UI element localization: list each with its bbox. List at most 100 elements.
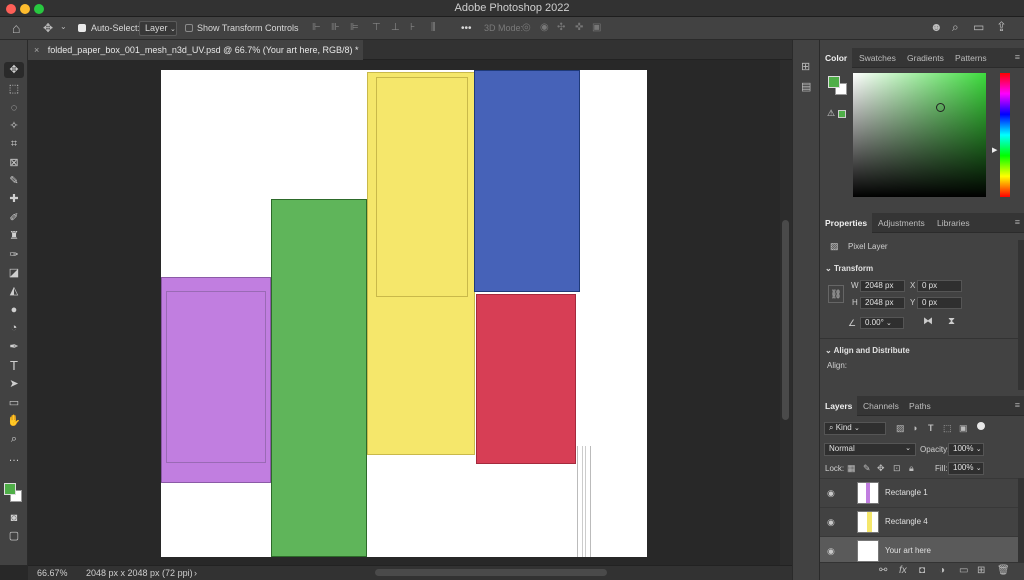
visibility-eye-icon[interactable]: ◉ xyxy=(827,546,835,557)
more-tools-icon[interactable]: … xyxy=(4,450,24,466)
tab-gradients[interactable]: Gradients xyxy=(902,48,949,68)
tab-color[interactable]: Color xyxy=(820,48,853,68)
blend-mode-dropdown[interactable]: Normal ⌄ xyxy=(824,443,916,456)
visibility-eye-icon[interactable]: ◉ xyxy=(827,488,835,499)
link-icon[interactable]: ⚯ xyxy=(879,565,887,576)
layer-row-rectangle-1[interactable]: ◉ Rectangle 1 xyxy=(820,478,1018,507)
tab-patterns[interactable]: Patterns xyxy=(950,48,992,68)
zoom-window-button[interactable] xyxy=(34,4,44,14)
foreground-color-swatch[interactable] xyxy=(4,483,16,495)
opacity-field[interactable]: 100% ⌄ xyxy=(948,443,984,456)
comments-panel-icon[interactable]: ▤ xyxy=(801,80,811,93)
horizontal-scroll-thumb[interactable] xyxy=(375,569,607,576)
align-right-icon[interactable]: ⊫ xyxy=(350,22,359,33)
eraser-icon[interactable]: ◪ xyxy=(4,265,24,281)
link-dimensions-icon[interactable]: ⛓ xyxy=(828,285,844,303)
lasso-tool-icon[interactable]: ◌ xyxy=(4,100,24,116)
trash-icon[interactable]: 🗑︎ xyxy=(997,565,1010,576)
filter-smart-object-icon[interactable]: ▣ xyxy=(959,423,968,434)
panel-menu-icon[interactable]: ≡ xyxy=(1015,400,1020,410)
filter-pixel-icon[interactable]: ▨ xyxy=(896,423,905,434)
tab-channels[interactable]: Channels xyxy=(858,396,904,416)
tab-swatches[interactable]: Swatches xyxy=(854,48,901,68)
adjustment-icon[interactable]: ◑ xyxy=(939,565,945,576)
visibility-eye-icon[interactable]: ◉ xyxy=(827,517,835,528)
workspace-icon[interactable]: ▭ xyxy=(973,20,984,34)
align-top-icon[interactable]: ⊤ xyxy=(372,22,381,33)
mask-icon[interactable]: ◘ xyxy=(919,565,925,576)
pen-tool-icon[interactable]: ✒ xyxy=(4,339,24,355)
brush-tool-icon[interactable]: ✐ xyxy=(4,210,24,226)
angle-field[interactable]: 0.00° ⌄ xyxy=(860,317,904,329)
new-layer-icon[interactable]: ⊞ xyxy=(977,565,985,576)
color-foreground-swatch[interactable] xyxy=(828,76,840,88)
align-left-icon[interactable]: ⊩ xyxy=(312,22,321,33)
chevron-down-icon[interactable]: ⌄ xyxy=(60,22,67,31)
roll-3d-icon[interactable]: ◉ xyxy=(540,22,549,33)
minimize-window-button[interactable] xyxy=(20,4,30,14)
properties-scrollbar[interactable] xyxy=(1018,240,1024,390)
flip-horizontal-icon[interactable]: ⧓ xyxy=(923,316,933,327)
hand-tool-icon[interactable]: ✋ xyxy=(4,413,24,429)
height-field[interactable]: 2048 px xyxy=(860,297,905,309)
x-field[interactable]: 0 px xyxy=(917,280,962,292)
distribute-icon[interactable]: ⫼ xyxy=(431,22,436,33)
magic-wand-icon[interactable]: ✧ xyxy=(4,118,24,134)
layer-row-your-art-here[interactable]: ◉ Your art here xyxy=(820,536,1018,565)
document-tab[interactable]: × folded_paper_box_001_mesh_n3d_UV.psd @… xyxy=(28,40,363,60)
more-options-button[interactable]: ••• xyxy=(461,17,472,40)
paint-bucket-icon[interactable]: ◭ xyxy=(4,283,24,299)
move-tool-icon[interactable]: ✥ xyxy=(4,62,24,78)
hue-slider[interactable] xyxy=(1000,73,1010,197)
filter-type-icon[interactable]: T xyxy=(928,423,934,433)
fill-field[interactable]: 100% ⌄ xyxy=(948,462,984,475)
slide-3d-icon[interactable]: ✜ xyxy=(575,22,583,33)
status-menu-arrow[interactable]: › xyxy=(194,566,197,580)
scale-3d-icon[interactable]: ▣ xyxy=(592,22,601,33)
marquee-tool-icon[interactable]: ⬚ xyxy=(4,81,24,97)
frame-tool-icon[interactable]: ⊠ xyxy=(4,155,24,171)
orbit-3d-icon[interactable]: ◎ xyxy=(522,22,531,33)
vertical-scroll-thumb[interactable] xyxy=(782,220,789,420)
transform-header[interactable]: ⌄ Transform xyxy=(825,264,873,273)
tab-adjustments[interactable]: Adjustments xyxy=(873,213,930,233)
close-tab-icon[interactable]: × xyxy=(34,45,39,55)
y-field[interactable]: 0 px xyxy=(917,297,962,309)
blur-tool-icon[interactable]: ● xyxy=(4,302,24,318)
align-middle-icon[interactable]: ⊥ xyxy=(391,22,400,33)
auto-select-checkbox[interactable] xyxy=(78,24,86,32)
user-icon[interactable]: ☻ xyxy=(930,20,943,34)
tab-libraries[interactable]: Libraries xyxy=(932,213,975,233)
fx-icon[interactable]: fx xyxy=(899,565,907,576)
share-icon[interactable]: ⇪ xyxy=(996,19,1007,35)
lock-artboard-icon[interactable]: ⊡ xyxy=(893,463,901,474)
panel-menu-icon[interactable]: ≡ xyxy=(1015,217,1020,227)
auto-select-dropdown[interactable]: Layer ⌄ xyxy=(139,21,177,36)
tab-paths[interactable]: Paths xyxy=(904,396,936,416)
drag-3d-icon[interactable]: ✣ xyxy=(557,22,565,33)
filter-adjustment-icon[interactable]: ◑ xyxy=(912,423,917,433)
layer-row-rectangle-4[interactable]: ◉ Rectangle 4 xyxy=(820,507,1018,536)
panel-menu-icon[interactable]: ≡ xyxy=(1015,52,1020,62)
close-window-button[interactable] xyxy=(6,4,16,14)
quick-mask-icon[interactable]: ◙ xyxy=(4,510,24,526)
dodge-tool-icon[interactable]: ◔ xyxy=(4,320,24,336)
healing-brush-icon[interactable]: ✚ xyxy=(4,191,24,207)
align-bottom-icon[interactable]: ⊦ xyxy=(410,22,415,33)
tab-properties[interactable]: Properties xyxy=(820,213,873,233)
zoom-tool-icon[interactable]: ⌕ xyxy=(4,431,24,447)
filter-kind-dropdown[interactable]: ⌕ Kind ⌄ xyxy=(824,422,886,435)
layers-scrollbar[interactable] xyxy=(1018,478,1024,565)
document-canvas[interactable] xyxy=(161,70,647,557)
hue-slider-handle[interactable]: ▶ xyxy=(992,146,997,154)
type-tool-icon[interactable]: T xyxy=(4,358,24,374)
align-center-icon[interactable]: ⊪ xyxy=(331,22,340,33)
history-panel-icon[interactable]: ⊞ xyxy=(801,60,810,73)
lock-pixels-icon[interactable]: ✎ xyxy=(863,463,871,474)
flip-vertical-icon[interactable]: ⧗ xyxy=(948,316,955,327)
history-brush-icon[interactable]: ✑ xyxy=(4,247,24,263)
filter-shape-icon[interactable]: ⬚ xyxy=(943,423,952,434)
eyedropper-icon[interactable]: ✎ xyxy=(4,173,24,189)
zoom-level[interactable]: 66.67% xyxy=(37,566,68,580)
lock-all-icon[interactable]: 🔒︎ xyxy=(909,463,914,474)
